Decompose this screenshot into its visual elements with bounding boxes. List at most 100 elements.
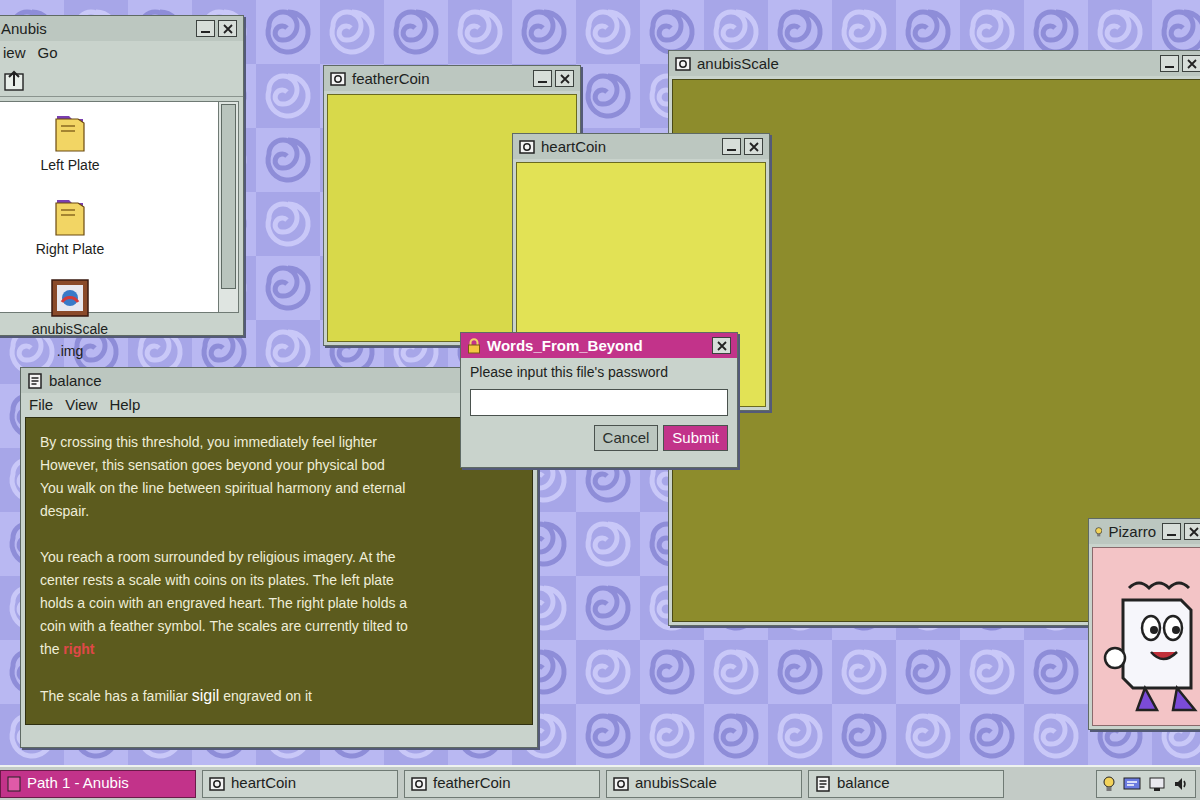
story-text: the: [40, 641, 63, 657]
bulb-icon[interactable]: [1103, 775, 1115, 793]
file-label: anubisScale: [32, 318, 108, 340]
submit-button[interactable]: Submit: [663, 425, 728, 451]
pizarro-panel: [1092, 547, 1200, 726]
menu-item[interactable]: File: [29, 394, 53, 417]
cancel-button[interactable]: Cancel: [594, 425, 659, 451]
story-text: By crossing this threshold, you immediat…: [40, 434, 377, 450]
taskbar-label: heartCoin: [231, 772, 296, 795]
close-button[interactable]: [1184, 523, 1200, 540]
image-file-icon: [330, 71, 346, 87]
taskbar-label: Path 1 - Anubis: [27, 772, 129, 795]
title-bar[interactable]: Pizarro: [1089, 519, 1200, 544]
file-item[interactable]: Right Plate: [20, 194, 120, 260]
title-bar[interactable]: Anubis: [0, 16, 243, 41]
title-bar[interactable]: Words_From_Beyond: [461, 333, 737, 358]
minimize-icon: [1165, 66, 1174, 68]
story-text: despair.: [40, 503, 89, 519]
menu-item[interactable]: Go: [38, 42, 58, 65]
close-icon: [749, 142, 759, 152]
speaker-icon[interactable]: [1173, 776, 1189, 792]
explorer-window: AnubisiewGoLeft PlateRight PlateanubisSc…: [0, 15, 244, 336]
story-text: You reach a room surrounded by religious…: [40, 549, 396, 565]
story-line: By crossing this threshold, you immediat…: [40, 431, 532, 454]
file-label: Left Plate: [40, 154, 99, 176]
network-icon[interactable]: [1123, 776, 1141, 792]
dialog-buttons: CancelSubmit: [470, 425, 728, 451]
story-line: the right: [40, 638, 532, 661]
taskbar-item[interactable]: Path 1 - Anubis: [0, 770, 196, 798]
taskbar-item[interactable]: balance: [808, 770, 1004, 798]
minimize-button[interactable]: [533, 70, 552, 87]
password-dialog: Words_From_Beyond Please input this file'…: [460, 332, 738, 468]
image-file-icon: [209, 776, 225, 792]
close-icon: [223, 24, 233, 34]
keyword-text[interactable]: right: [63, 641, 94, 657]
password-prompt: Please input this file's password: [470, 362, 728, 383]
window-title: balance: [49, 373, 102, 388]
display-icon[interactable]: [1149, 776, 1165, 792]
scrollbar[interactable]: [219, 101, 239, 313]
file-list: Left PlateRight PlateanubisScale.img: [0, 101, 219, 313]
image-file-icon: [519, 139, 535, 155]
minimize-icon: [1167, 534, 1176, 536]
path-icon: [7, 776, 21, 792]
system-tray: [1096, 770, 1196, 798]
taskbar-label: balance: [837, 772, 890, 795]
taskbar-label: featherCoin: [433, 772, 511, 795]
file-label: Right Plate: [36, 238, 104, 260]
minimize-button[interactable]: [722, 138, 741, 155]
window-controls: [533, 70, 574, 87]
password-input[interactable]: [470, 389, 728, 416]
story-line: center rests a scale with coins on its p…: [40, 569, 532, 592]
close-button[interactable]: [555, 70, 574, 87]
menu-item[interactable]: iew: [3, 42, 26, 65]
close-icon: [1187, 59, 1197, 69]
story-text: center rests a scale with coins on its p…: [40, 572, 394, 588]
minimize-button[interactable]: [1162, 523, 1181, 540]
taskbar-item[interactable]: heartCoin: [202, 770, 398, 798]
close-button[interactable]: [744, 138, 763, 155]
close-button[interactable]: [712, 337, 731, 354]
explorer-body: Left PlateRight PlateanubisScale.img: [0, 101, 239, 313]
image-file-icon: [675, 56, 691, 72]
window-title: heartCoin: [541, 139, 606, 154]
title-bar[interactable]: anubisScale: [669, 51, 1200, 76]
menu-item[interactable]: Help: [109, 394, 140, 417]
up-folder-icon[interactable]: [3, 68, 29, 94]
image-file-icon[interactable]: [50, 278, 90, 318]
folder-icon[interactable]: [53, 194, 87, 238]
file-label: .img: [57, 340, 83, 362]
sigil-link[interactable]: sigil: [192, 687, 220, 704]
minimize-button[interactable]: [196, 20, 215, 37]
image-file-icon: [411, 776, 427, 792]
menu-bar: iew Go: [0, 41, 243, 65]
close-button[interactable]: [218, 20, 237, 37]
window-title: Words_From_Beyond: [487, 338, 643, 353]
scroll-thumb[interactable]: [221, 104, 236, 289]
title-bar[interactable]: featherCoin: [324, 66, 580, 91]
pizarro-mascot-icon[interactable]: [1093, 548, 1200, 726]
menu-item[interactable]: View: [65, 394, 97, 417]
story-text: engraved on it: [219, 688, 312, 704]
image-file-icon: [613, 776, 629, 792]
bulb-icon: [1095, 524, 1102, 540]
title-bar[interactable]: heartCoin: [513, 134, 769, 159]
window-title: featherCoin: [352, 71, 430, 86]
taskbar-item[interactable]: anubisScale: [606, 770, 802, 798]
minimize-icon: [538, 81, 547, 83]
file-item[interactable]: Left Plate: [20, 110, 120, 176]
taskbar-item[interactable]: featherCoin: [404, 770, 600, 798]
story-text: The scale has a familiar: [40, 688, 192, 704]
window-controls: [1162, 523, 1200, 540]
file-item[interactable]: anubisScale.img: [20, 278, 120, 362]
story-text: You walk on the line between spiritual h…: [40, 480, 405, 496]
taskbar: Path 1 - Anubis heartCoin featherCoin anubi…: [0, 765, 1200, 800]
story-line: However, this sensation goes beyond your…: [40, 454, 532, 477]
folder-icon[interactable]: [53, 110, 87, 154]
minimize-button[interactable]: [1160, 55, 1179, 72]
story-line: You walk on the line between spiritual h…: [40, 477, 532, 500]
story-text: coin with a feather symbol. The scales a…: [40, 618, 408, 634]
close-button[interactable]: [1182, 55, 1200, 72]
window-title: Pizarro: [1108, 524, 1156, 539]
minimize-icon: [201, 31, 210, 33]
